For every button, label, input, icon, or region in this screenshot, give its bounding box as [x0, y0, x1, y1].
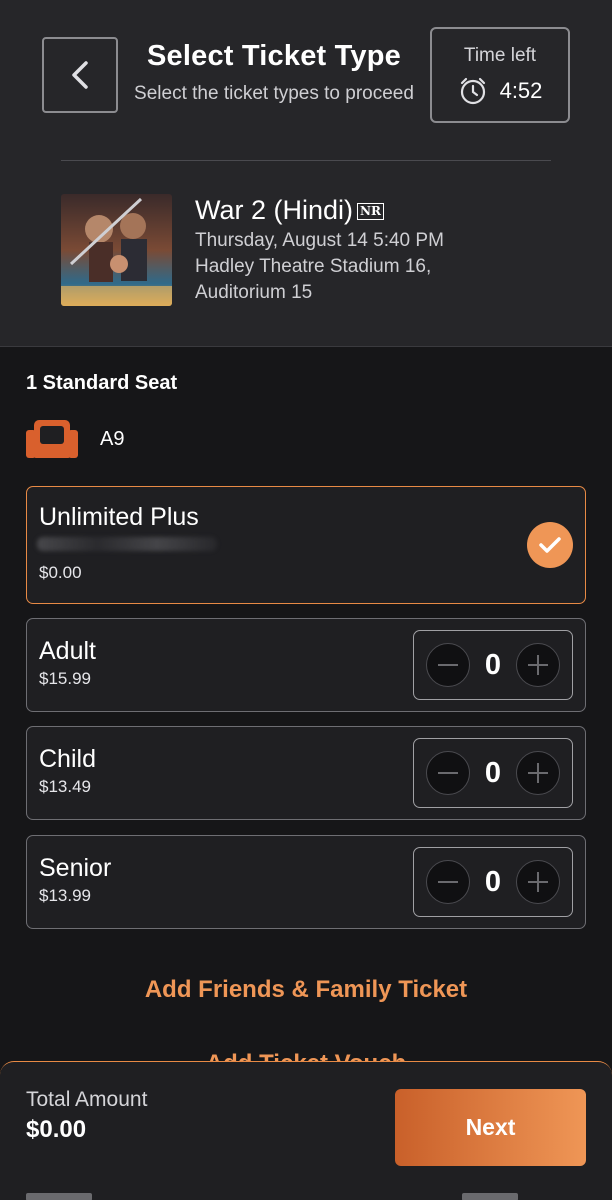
total-amount-label: Total Amount [26, 1088, 148, 1111]
movie-auditorium: Auditorium 15 [195, 282, 313, 303]
seat-heading: 1 Standard Seat [26, 372, 178, 394]
page-title: Select Ticket Type [147, 40, 401, 72]
peek-text-left [26, 1193, 92, 1200]
ticket-price: $15.99 [39, 669, 91, 688]
footer-bar: Total Amount $0.00 Next [0, 1061, 612, 1200]
ticket-option-unlimited-plus[interactable]: Unlimited Plus $0.00 [26, 486, 586, 604]
movie-theatre: Hadley Theatre Stadium 16, [195, 256, 432, 277]
ticket-option-adult: Adult $15.99 0 [26, 618, 586, 712]
plus-icon [527, 872, 548, 892]
ticket-name: Senior [39, 854, 112, 882]
plus-icon [527, 655, 548, 675]
movie-title-text: War 2 (Hindi) [195, 195, 354, 225]
title-block: Select Ticket Type Select the ticket typ… [124, 40, 424, 105]
page-subtitle: Select the ticket types to proceed [134, 83, 414, 104]
ticket-option-child: Child $13.49 0 [26, 726, 586, 820]
rating-badge: NR [357, 203, 384, 220]
plus-icon [527, 763, 548, 783]
alarm-clock-icon [460, 77, 485, 105]
increment-button[interactable] [515, 860, 560, 904]
total-amount-value: $0.00 [26, 1116, 87, 1143]
header-divider [61, 160, 551, 161]
seat-icon [26, 420, 78, 458]
quantity-stepper: 0 [413, 847, 573, 917]
selected-check[interactable] [527, 522, 573, 568]
time-left-value: 4:52 [499, 78, 543, 103]
back-button[interactable] [42, 37, 118, 113]
time-left-label: Time left [463, 45, 537, 66]
decrement-button[interactable] [426, 751, 470, 795]
quantity-value: 0 [484, 756, 502, 789]
movie-title: War 2 (Hindi) NR [195, 195, 444, 226]
peek-text-right [462, 1193, 518, 1200]
ticket-price: $0.00 [39, 563, 82, 582]
decrement-button[interactable] [426, 643, 470, 687]
ticket-price: $13.49 [39, 777, 91, 796]
seat-row: A9 [26, 420, 124, 458]
movie-poster [61, 194, 172, 306]
ticket-name: Child [39, 745, 96, 773]
chevron-left-icon [72, 61, 88, 89]
time-left-box: Time left 4:52 [430, 27, 570, 123]
movie-showtime: Thursday, August 14 5:40 PM [195, 230, 444, 251]
quantity-value: 0 [484, 648, 502, 681]
movie-info: War 2 (Hindi) NR Thursday, August 14 5:4… [195, 195, 444, 306]
seat-id: A9 [100, 427, 125, 450]
blurred-text [37, 537, 217, 551]
ticket-price: $13.99 [39, 886, 91, 905]
add-friends-family-link[interactable]: Add Friends & Family Ticket [0, 976, 612, 1004]
increment-button[interactable] [515, 751, 560, 795]
check-icon [539, 537, 561, 553]
minus-icon [438, 772, 458, 774]
quantity-value: 0 [484, 865, 502, 898]
quantity-stepper: 0 [413, 738, 573, 808]
minus-icon [438, 664, 458, 666]
minus-icon [438, 881, 458, 883]
next-button[interactable]: Next [395, 1089, 586, 1166]
increment-button[interactable] [515, 643, 560, 687]
ticket-name: Unlimited Plus [39, 503, 199, 531]
ticket-option-senior: Senior $13.99 0 [26, 835, 586, 929]
ticket-name: Adult [39, 637, 96, 665]
decrement-button[interactable] [426, 860, 470, 904]
quantity-stepper: 0 [413, 630, 573, 700]
